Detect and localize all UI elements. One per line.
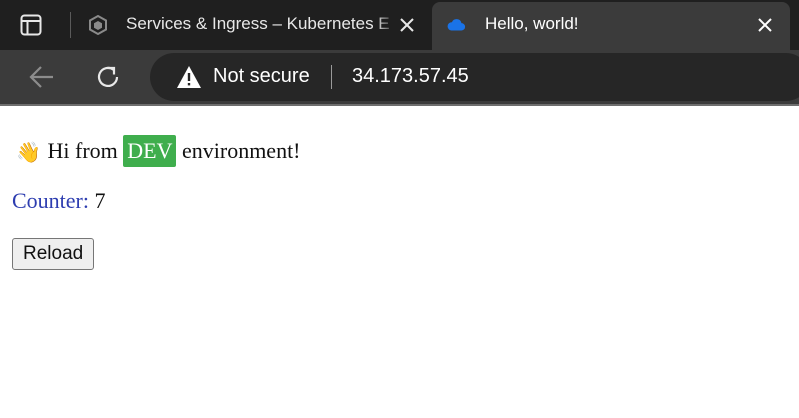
tab-hello-world[interactable]: Hello, world! bbox=[432, 2, 790, 50]
greeting-prefix: Hi from bbox=[47, 138, 118, 163]
counter-value: 7 bbox=[94, 188, 106, 213]
browser-toolbar: Not secure 34.173.57.45 bbox=[0, 50, 799, 104]
address-bar[interactable]: Not secure 34.173.57.45 bbox=[150, 53, 799, 101]
env-badge: DEV bbox=[123, 135, 177, 167]
tab-title-fade bbox=[376, 12, 396, 38]
back-arrow-icon[interactable] bbox=[27, 62, 57, 92]
greeting-suffix: environment! bbox=[181, 138, 301, 163]
warning-icon[interactable] bbox=[176, 65, 202, 89]
omnibox-separator bbox=[331, 65, 332, 89]
kubernetes-engine-icon bbox=[89, 15, 107, 35]
close-tab-icon[interactable] bbox=[396, 14, 418, 36]
security-status[interactable]: Not secure bbox=[213, 65, 310, 88]
greeting: 👋 Hi from DEV environment! bbox=[16, 134, 301, 168]
reload-icon[interactable] bbox=[93, 62, 123, 92]
tab-services-ingress[interactable]: Services & Ingress – Kubernetes E bbox=[76, 0, 428, 50]
close-tab-icon[interactable] bbox=[754, 14, 776, 36]
counter-label: Counter: bbox=[12, 188, 89, 213]
tab-strip: Services & Ingress – Kubernetes E Hello,… bbox=[0, 0, 799, 50]
page-content: 👋 Hi from DEV environment! Counter: 7 Re… bbox=[0, 106, 799, 418]
tab-title: Services & Ingress – Kubernetes E bbox=[126, 14, 390, 33]
reload-button[interactable]: Reload bbox=[12, 238, 95, 270]
tab-title: Hello, world! bbox=[485, 14, 579, 33]
tab-separator bbox=[70, 12, 71, 38]
tab-actions-icon[interactable] bbox=[20, 14, 42, 36]
waving-hand-icon: 👋 bbox=[16, 141, 41, 164]
counter: Counter: 7 bbox=[12, 188, 106, 214]
url-text[interactable]: 34.173.57.45 bbox=[352, 65, 469, 88]
cloud-icon bbox=[447, 19, 466, 31]
